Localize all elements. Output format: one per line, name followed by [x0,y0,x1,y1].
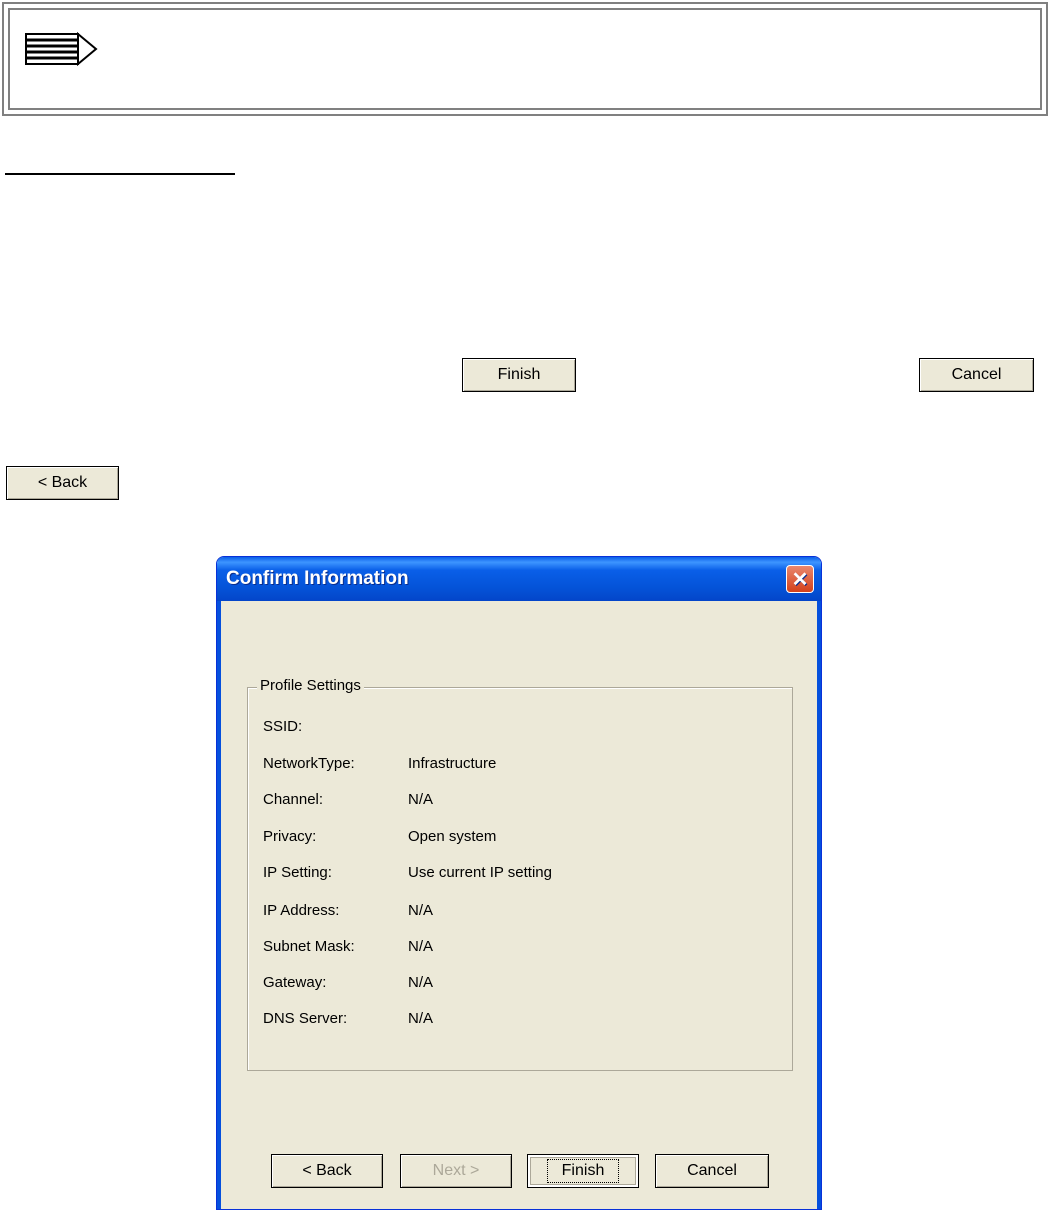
gateway-label: Gateway: [263,974,327,991]
dialog-border-right [817,601,821,1209]
dialog-title: Confirm Information [226,568,409,589]
privacy-value: Open system [408,828,497,845]
dialog-border-left [217,601,221,1209]
dialog-titlebar: Confirm Information ✕ [217,557,821,601]
pencil-note-icon [25,32,98,66]
subnet-mask-value: N/A [408,938,434,955]
ip-address-value: N/A [408,902,434,919]
dialog-finish-button[interactable]: Finish [527,1154,639,1188]
network-type-value: Infrastructure [408,755,497,772]
back-button-illustration[interactable]: < Back [6,466,119,500]
ip-address-label: IP Address: [263,902,340,919]
privacy-label: Privacy: [263,828,317,845]
note-box [2,2,1048,116]
dialog-cancel-button[interactable]: Cancel [655,1154,769,1188]
channel-label: Channel: [263,791,324,808]
dialog-back-button[interactable]: < Back [271,1154,383,1188]
dialog-finish-label: Finish [546,1159,620,1183]
subnet-mask-label: Subnet Mask: [263,938,355,955]
note-box-inner [8,8,1042,110]
network-type-label: NetworkType: [263,755,355,772]
close-icon[interactable]: ✕ [786,565,814,593]
dns-server-label: DNS Server: [263,1010,348,1027]
ip-setting-label: IP Setting: [263,864,332,881]
ssid-label: SSID: [263,718,303,735]
cancel-button-illustration[interactable]: Cancel [919,358,1034,392]
profile-settings-legend: Profile Settings [257,677,364,694]
ip-setting-value: Use current IP setting [408,864,552,881]
gateway-value: N/A [408,974,434,991]
dialog-next-button[interactable]: Next > [400,1154,512,1188]
section-heading-underline [5,173,235,175]
channel-value: N/A [408,791,434,808]
finish-button-illustration[interactable]: Finish [462,358,576,392]
dns-server-value: N/A [408,1010,434,1027]
confirm-information-dialog: Confirm Information ✕ Profile Settings S… [216,556,822,1210]
